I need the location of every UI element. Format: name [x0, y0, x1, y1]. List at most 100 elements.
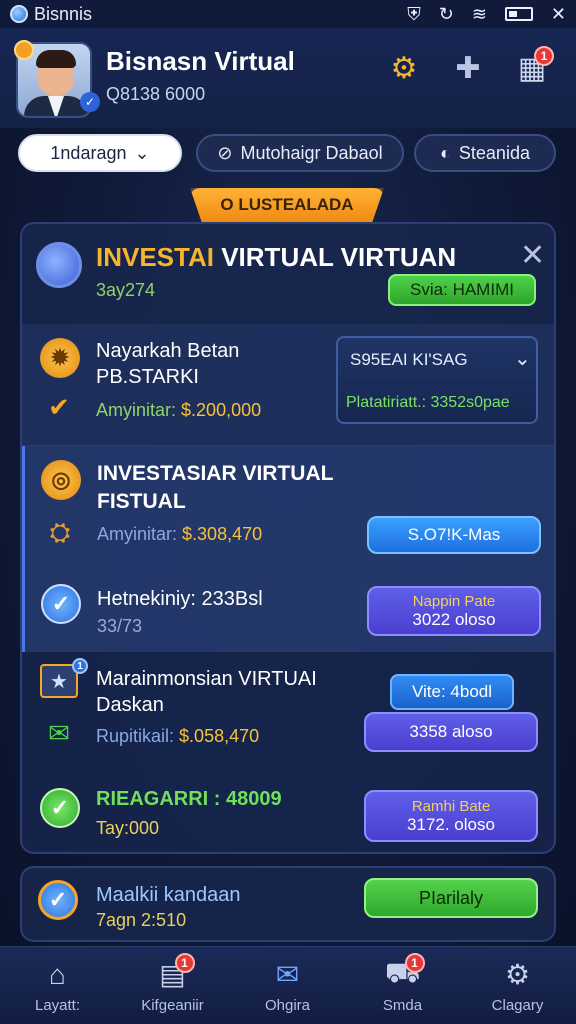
row3-amount-value: $.058,470 [179, 726, 260, 746]
nav-truck-badge: 1 [404, 952, 425, 973]
status-badge[interactable]: Svia: HAMIMI [388, 274, 536, 306]
chevron-down-icon: ⌄ [514, 348, 531, 370]
row2-action-button[interactable]: S.O7!K-Mas [367, 516, 541, 554]
half-circle-icon: ◐ [440, 142, 451, 163]
category-dropdown-label: 1ndaragn [50, 142, 127, 163]
handshake-icon: ⛭ [49, 517, 71, 547]
profile-name: Bisnasn Virtual [106, 46, 295, 76]
filter-pill-2[interactable]: ⊘ Mutohaigr Dabaol [196, 134, 404, 172]
row2-amount-label: Amyinitar: [97, 524, 178, 544]
row1-select-label: S95EAI KI'SAG [350, 350, 468, 369]
nav-item-mail[interactable]: ✉ Ohgira [230, 947, 345, 1024]
investment-row-2: ◎ ⛭ INVESTASIAR VIRTUAL FISTUAL Amyinita… [22, 446, 554, 652]
filter-pill-2-label: Mutohaigr Dabaol [240, 142, 383, 163]
row2-title-2: FISTUAL [97, 490, 186, 513]
profile-id: Q8138 6000 [106, 84, 206, 104]
nav-item-truck[interactable]: ⛟ 1 Smda [345, 947, 460, 1024]
row2-title-1: INVESTASIAR VIRTUAL [97, 462, 334, 485]
summary-card: ✓ Maalkii kandaan 7agn 2:510 PIarilaly [20, 866, 556, 942]
row3-pay-button[interactable]: Ramhi Bate 3172. oloso [364, 790, 538, 842]
row1-title-2: PB.STARKI [96, 366, 199, 388]
row3-tag[interactable]: Vite: 4bodl [390, 674, 514, 710]
row2-sub-text: 33/73 [97, 616, 143, 636]
bottom-nav: ⌂ Layatt: ▤ 1 Kifgeaniir ✉ Ohgira ⛟ 1 Sm… [0, 946, 576, 1024]
status-icons: ⛨ ↻ ≋ ✕ [407, 4, 566, 25]
check-circle-icon: ✓ [38, 880, 78, 920]
profile-header: ✓ Bisnasn Virtual Q8138 6000 ⚙ ✚ ▦ 1 [0, 28, 576, 128]
summary-sub: 7agn 2:510 [96, 910, 187, 930]
status-app-name: Bisnnis [34, 3, 93, 24]
card-title: INVESTAI VIRTUAL VIRTUAN [96, 242, 456, 273]
close-icon[interactable]: ✕ [551, 4, 566, 25]
summary-action-button[interactable]: PIarilaly [364, 878, 538, 918]
row1-amount-value: $.200,000 [181, 400, 262, 420]
home-icon: ⌂ [49, 958, 66, 990]
row2-pay-value: 3022 oloso [412, 609, 496, 629]
investment-badge-icon [36, 242, 82, 288]
row2-sub-title: Hetnekiniy: 233Bsl [97, 588, 263, 610]
gear-badge-icon: ✹ [40, 338, 80, 378]
card-title-gold: INVESTAI [96, 242, 214, 272]
row2-amount-value: $.308,470 [182, 524, 263, 544]
card-title-white: VIRTUAL VIRTUAN [221, 242, 457, 272]
check-mark-icon: ✔ [48, 391, 70, 422]
summary-title: Maalkii kandaan [96, 884, 241, 906]
inbox-badge: 1 [534, 46, 554, 66]
battery-icon [504, 7, 533, 21]
status-bar: Bisnnis ⛨ ↻ ≋ ✕ [0, 0, 576, 28]
row3-title-2: Daskan [96, 694, 164, 716]
truck-icon: ⛟ 1 [385, 952, 425, 991]
shield-icon: ⛨ [407, 3, 421, 24]
card-subtitle: 3ay274 [96, 280, 156, 300]
settings-gear-icon[interactable]: ⚙ [384, 48, 424, 88]
row1-amount: Amyinitar: $.200,000 [96, 400, 261, 421]
nav-item-home[interactable]: ⌂ Layatt: [0, 947, 115, 1024]
chevron-down-icon: ⌄ [134, 142, 150, 163]
level-badge-icon [14, 40, 34, 60]
app-logo-icon [10, 5, 28, 23]
row3-amount: Rupitikail: $.058,470 [96, 726, 259, 747]
row3-green-title: RIEAGARRI : 48009 [96, 788, 282, 810]
section-ribbon: O LUSTEALADA [190, 188, 384, 222]
nav-label-home: Layatt: [34, 996, 81, 1014]
coin-icon: ◎ [41, 460, 81, 500]
nav-label-mail: Ohgira [264, 996, 311, 1014]
row1-title-1: Nayarkah Betan [96, 340, 240, 362]
gear-icon: ⚙ [504, 959, 531, 990]
card-header: INVESTAI VIRTUAL VIRTUAN 3ay274 ✕ Svia: … [22, 224, 554, 322]
row3-gold-text: Tay:000 [96, 818, 160, 838]
nav-label-truck: Smda [382, 996, 423, 1014]
nav-label-settings: Clagary [491, 996, 544, 1014]
investment-card: INVESTAI VIRTUAL VIRTUAN 3ay274 ✕ Svia: … [20, 222, 556, 854]
filter-pill-3-label: Steanida [458, 142, 530, 163]
block-icon: ⊘ [217, 142, 233, 163]
verified-icon: ✓ [80, 92, 100, 112]
status-app: Bisnnis [10, 4, 92, 25]
sync-icon: ↻ [438, 3, 454, 24]
avatar-hair [36, 50, 76, 68]
category-dropdown[interactable]: 1ndaragn ⌄ [18, 134, 182, 172]
nav-item-settings[interactable]: ⚙ Clagary [460, 947, 575, 1024]
check-badge-icon: ✓ [40, 788, 80, 828]
filter-pill-3[interactable]: ◐ Steanida [414, 134, 556, 172]
filter-row: 1ndaragn ⌄ ⊘ Mutohaigr Dabaol ◐ Steanida [0, 128, 576, 178]
row2-pay-button[interactable]: Nappin Pate 3022 oloso [367, 586, 541, 636]
nav-item-list[interactable]: ▤ 1 Kifgeaniir [115, 947, 230, 1024]
envelope-icon: ✉ [48, 717, 70, 748]
close-icon[interactable]: ✕ [520, 238, 545, 273]
row1-select[interactable]: S95EAI KI'SAG ⌄ Platatiriatt.: 3352s0pae [336, 336, 538, 424]
list-icon: ▤ 1 [155, 952, 195, 991]
tools-icon[interactable]: ✚ [448, 48, 488, 88]
row3-title-1: Marainmonsian VIRTUAI [96, 668, 317, 690]
investment-row-1: ✹ ✔ Nayarkah Betan PB.STARKI Amyinitar: … [22, 324, 554, 446]
investment-row-3: ★ 1 ✉ Marainmonsian VIRTUAI Daskan Rupit… [22, 652, 554, 852]
row2-amount: Amyinitar: $.308,470 [97, 524, 262, 545]
row2-pay-label: Nappin Pate [412, 592, 496, 610]
row3-action-button[interactable]: 3358 aloso [364, 712, 538, 752]
nav-list-badge: 1 [174, 952, 195, 973]
row1-select-detail: Platatiriatt.: 3352s0pae [346, 394, 510, 411]
profile-card-badge: 1 [72, 658, 88, 674]
mail-icon: ✉ [275, 959, 300, 990]
nav-label-list: Kifgeaniir [141, 996, 204, 1014]
row3-amount-label: Rupitikail: [96, 726, 175, 746]
